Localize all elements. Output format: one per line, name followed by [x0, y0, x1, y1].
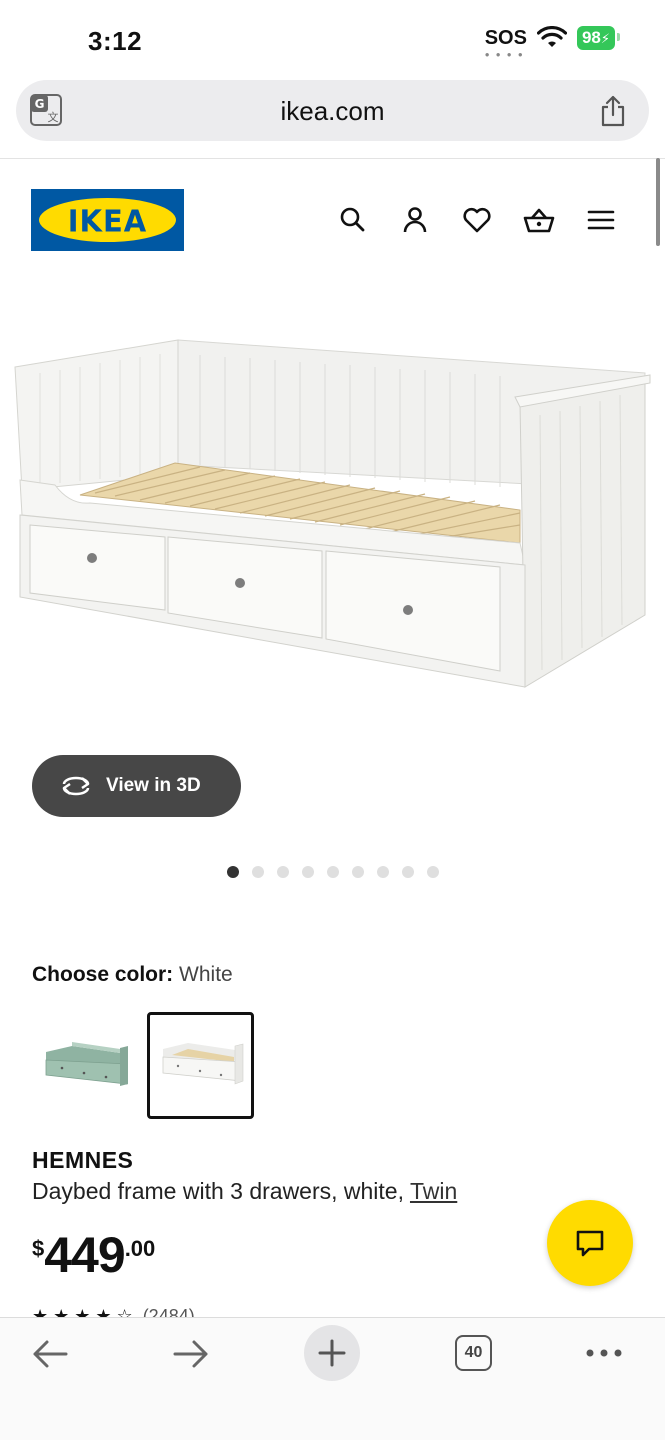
- chat-button[interactable]: [547, 1200, 633, 1286]
- plus-icon: [318, 1339, 346, 1367]
- forward-arrow-icon[interactable]: [171, 1338, 211, 1370]
- carousel-dot[interactable]: [327, 866, 339, 878]
- basket-icon[interactable]: [521, 202, 557, 238]
- signal-dots-icon: ● ● ● ●: [484, 50, 525, 59]
- product-description: Daybed frame with 3 drawers, white, Twin: [32, 1178, 457, 1205]
- more-options-icon[interactable]: [584, 1346, 624, 1360]
- size-link[interactable]: Twin: [410, 1178, 457, 1204]
- product-description-text: Daybed frame with 3 drawers, white,: [32, 1178, 410, 1204]
- carousel-dot[interactable]: [402, 866, 414, 878]
- search-icon[interactable]: [335, 202, 371, 238]
- share-icon[interactable]: [599, 95, 627, 127]
- carousel-dot[interactable]: [227, 866, 239, 878]
- carousel-dot[interactable]: [352, 866, 364, 878]
- url-text[interactable]: ikea.com: [16, 96, 649, 127]
- carousel-dot[interactable]: [277, 866, 289, 878]
- view-in-3d-label: View in 3D: [106, 775, 201, 796]
- tab-count: 40: [464, 1344, 483, 1361]
- selected-color-value: White: [179, 963, 233, 986]
- price-currency: $: [32, 1236, 45, 1261]
- tab-switcher-button[interactable]: 40: [455, 1335, 492, 1371]
- status-bar: 3:12 SOS ● ● ● ● 98⚡: [0, 0, 665, 80]
- browser-toolbar: 40: [0, 1317, 665, 1440]
- new-tab-button[interactable]: [304, 1325, 360, 1381]
- browser-divider: [0, 158, 665, 159]
- carousel-dot[interactable]: [302, 866, 314, 878]
- scrollbar[interactable]: [656, 158, 660, 246]
- green-daybed-thumbnail: [45, 1042, 128, 1086]
- charging-icon: ⚡: [600, 31, 610, 46]
- product-image-daybed[interactable]: [0, 325, 665, 700]
- account-icon[interactable]: [397, 202, 433, 238]
- heart-icon[interactable]: [459, 202, 495, 238]
- rotate-3d-icon: [62, 776, 90, 796]
- logo-text: IKEA: [67, 203, 148, 239]
- battery-level: 98: [581, 28, 601, 47]
- sos-label: SOS: [484, 27, 527, 49]
- chat-icon: [576, 1230, 604, 1257]
- menu-icon[interactable]: [583, 202, 619, 238]
- color-swatch-white[interactable]: [147, 1012, 254, 1119]
- color-swatch-green[interactable]: [32, 1012, 139, 1119]
- product-price: $ 449 .00: [32, 1230, 155, 1280]
- image-carousel-dots: [227, 866, 439, 878]
- back-arrow-icon[interactable]: [30, 1338, 70, 1370]
- wifi-icon: [536, 26, 567, 47]
- color-chooser-label: Choose color: White: [32, 963, 233, 987]
- ikea-logo[interactable]: IKEA: [31, 189, 184, 251]
- carousel-dot[interactable]: [427, 866, 439, 878]
- header-nav: [335, 202, 619, 238]
- view-in-3d-button[interactable]: View in 3D: [32, 755, 241, 817]
- status-time: 3:12: [88, 26, 143, 56]
- sos-indicator: SOS ● ● ● ●: [484, 27, 527, 59]
- battery-indicator: 98⚡: [576, 26, 621, 50]
- status-indicators: SOS ● ● ● ● 98⚡: [484, 26, 621, 59]
- address-bar[interactable]: G 文 ikea.com: [16, 80, 649, 141]
- white-daybed-thumbnail: [162, 1043, 244, 1085]
- carousel-dot[interactable]: [252, 866, 264, 878]
- product-name: HEMNES: [32, 1147, 134, 1173]
- price-integer: 449: [44, 1227, 125, 1283]
- price-decimal: .00: [124, 1236, 156, 1261]
- choose-color-label: Choose color:: [32, 963, 174, 986]
- carousel-dot[interactable]: [377, 866, 389, 878]
